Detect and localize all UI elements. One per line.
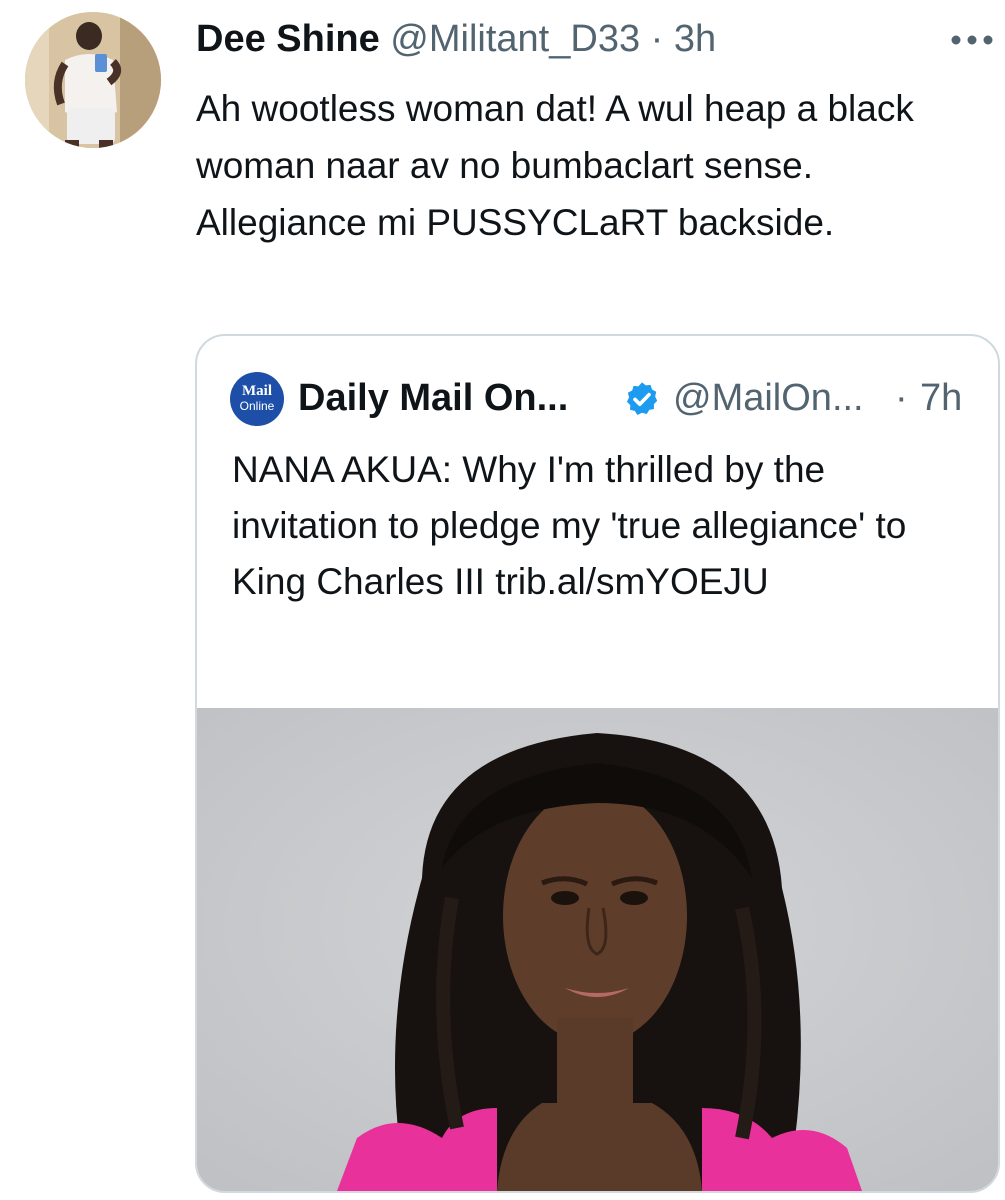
more-horizontal-icon: [951, 35, 993, 45]
timestamp[interactable]: 3h: [674, 18, 716, 60]
verified-badge-icon: [626, 382, 658, 415]
quoted-tweet-text: NANA AKUA: Why I'm thrilled by the invit…: [232, 449, 907, 602]
quoted-author-name[interactable]: Daily Mail On...: [298, 371, 568, 425]
logo-line-1: Mail: [242, 383, 272, 399]
logo-line-2: Online: [239, 399, 275, 413]
tweet-header: Dee Shine @Militant_D33 · 3h: [196, 14, 716, 64]
author-name[interactable]: Dee Shine: [196, 18, 380, 60]
tweet-text: Ah wootless woman dat! A wul heap a blac…: [196, 88, 914, 243]
quoted-tweet-card[interactable]: Mail Online Daily Mail On... @MailOn... …: [195, 334, 1000, 1193]
quoted-separator-dot: ·: [895, 377, 908, 419]
portrait-photo: [197, 708, 998, 1191]
quoted-timestamp[interactable]: 7h: [920, 371, 962, 425]
quoted-tweet-image[interactable]: [197, 708, 998, 1191]
separator-dot: ·: [650, 18, 664, 60]
author-handle[interactable]: @Militant_D33: [390, 18, 640, 60]
mail-online-logo[interactable]: Mail Online: [230, 372, 284, 426]
tweet[interactable]: Dee Shine @Militant_D33 · 3h Ah wootless…: [0, 0, 1005, 1200]
more-options-button[interactable]: [946, 20, 998, 60]
avatar-photo: [25, 12, 161, 148]
avatar[interactable]: [25, 12, 161, 148]
quoted-author-handle[interactable]: @MailOn...: [673, 371, 864, 425]
